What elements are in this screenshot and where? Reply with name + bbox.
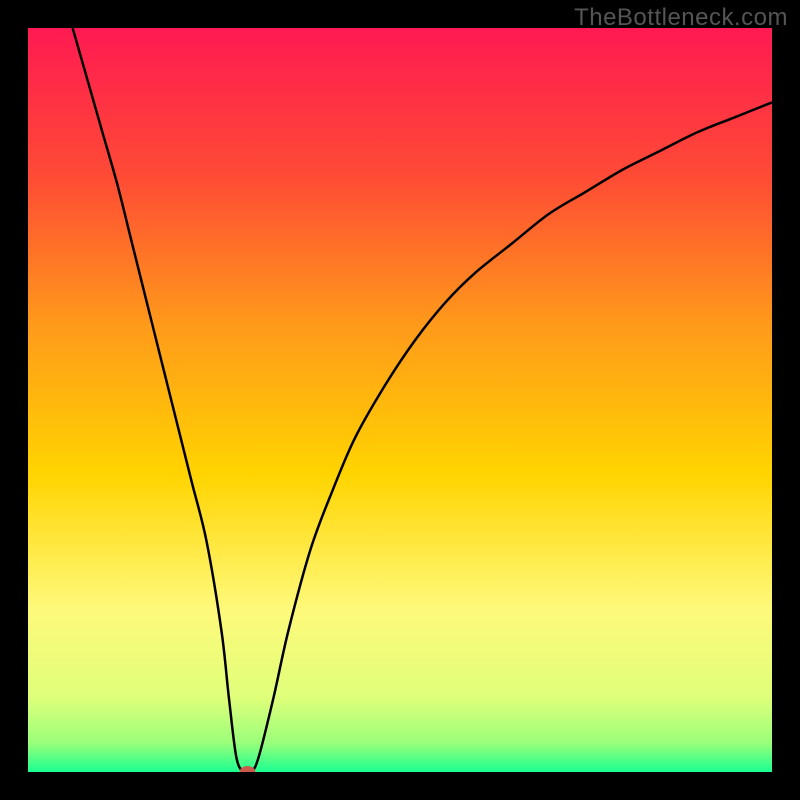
chart-frame: TheBottleneck.com xyxy=(0,0,800,800)
chart-svg xyxy=(28,28,772,772)
plot-area xyxy=(28,28,772,772)
watermark-text: TheBottleneck.com xyxy=(574,4,788,32)
gradient-background xyxy=(28,28,772,772)
